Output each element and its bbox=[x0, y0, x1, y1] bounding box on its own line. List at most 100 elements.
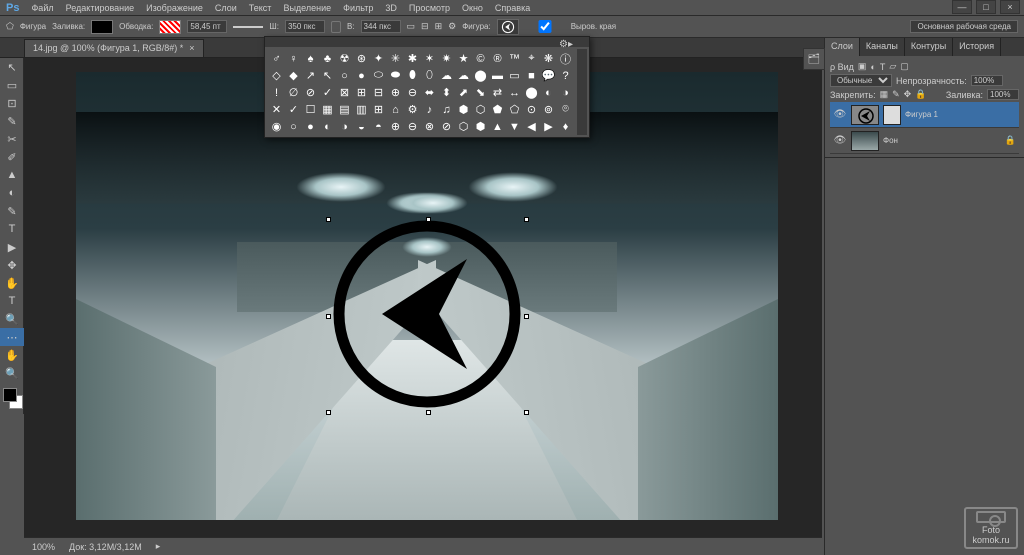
popup-scrollbar[interactable] bbox=[577, 49, 587, 135]
zoom-tool[interactable]: 🔍 bbox=[0, 364, 24, 382]
menu-image[interactable]: Изображение bbox=[146, 3, 203, 13]
shape-swatch[interactable]: ✶ bbox=[422, 51, 437, 66]
doc-size[interactable]: Док: 3,12M/3,12M bbox=[69, 542, 142, 552]
menu-3d[interactable]: 3D bbox=[385, 3, 397, 13]
filter-smart-icon[interactable]: ▢ bbox=[900, 61, 909, 72]
shape-swatch[interactable]: ♀ bbox=[286, 51, 301, 66]
shape-swatch[interactable]: ⊠ bbox=[337, 85, 352, 100]
shape-swatch[interactable]: ◇ bbox=[269, 68, 284, 83]
shape-swatch[interactable]: ® bbox=[490, 51, 505, 66]
shape-swatch[interactable]: ☁ bbox=[456, 68, 471, 83]
shape-swatch[interactable]: ⬡ bbox=[473, 102, 488, 117]
stroke-swatch[interactable] bbox=[159, 20, 181, 34]
shape-swatch[interactable]: ! bbox=[269, 85, 284, 100]
shape-swatch[interactable]: ✱ bbox=[405, 51, 420, 66]
shape-swatch[interactable]: ◑ bbox=[558, 85, 573, 100]
shape-swatch[interactable]: ⇄ bbox=[490, 85, 505, 100]
close-tab-icon[interactable]: × bbox=[189, 43, 194, 53]
shape-swatch[interactable]: ☢ bbox=[337, 51, 352, 66]
crop-tool[interactable]: ✂ bbox=[0, 130, 24, 148]
shape-swatch[interactable]: ⬌ bbox=[422, 85, 437, 100]
lock-all-icon[interactable]: 🔒 bbox=[915, 89, 926, 100]
shape-swatch[interactable]: ↔ bbox=[507, 85, 522, 100]
document-tab[interactable]: 14.jpg @ 100% (Фигура 1, RGB/8#) * × bbox=[24, 39, 204, 57]
eyedropper-tool[interactable]: ✐ bbox=[0, 148, 24, 166]
shape-swatch[interactable]: ▥ bbox=[354, 102, 369, 117]
shape-swatch[interactable]: ⬈ bbox=[456, 85, 471, 100]
blur-tool[interactable]: ✥ bbox=[0, 256, 24, 274]
shape-swatch[interactable]: ⊙ bbox=[524, 102, 539, 117]
shape-swatch[interactable]: ⬤ bbox=[473, 68, 488, 83]
shape-swatch[interactable]: ↗ bbox=[303, 68, 318, 83]
stroke-width-input[interactable] bbox=[187, 20, 227, 33]
shape-swatch[interactable]: ▬ bbox=[490, 68, 505, 83]
shape-swatch[interactable]: ◐ bbox=[541, 85, 556, 100]
shape-swatch[interactable]: ⬡ bbox=[456, 119, 471, 134]
gradient-tool[interactable]: ▶ bbox=[0, 238, 24, 256]
shape-swatch[interactable]: ◉ bbox=[269, 119, 284, 134]
shape-swatch[interactable]: ⊘ bbox=[303, 85, 318, 100]
tab-paths[interactable]: Контуры bbox=[905, 38, 953, 56]
blend-mode-select[interactable]: Обычные bbox=[830, 74, 892, 87]
fill-swatch[interactable] bbox=[91, 20, 113, 34]
menu-select[interactable]: Выделение bbox=[283, 3, 331, 13]
layer-name[interactable]: Фон bbox=[883, 136, 898, 145]
shape-swatch[interactable]: ⌖ bbox=[524, 51, 539, 66]
shape-swatch[interactable]: ■ bbox=[524, 68, 539, 83]
shape-swatch[interactable]: ♪ bbox=[422, 102, 437, 117]
shape-swatch[interactable]: ▭ bbox=[507, 68, 522, 83]
workspace-button[interactable]: Основная рабочая среда bbox=[910, 20, 1018, 33]
menu-help[interactable]: Справка bbox=[495, 3, 530, 13]
shape-swatch[interactable]: ⊘ bbox=[439, 119, 454, 134]
layer-thumbnail[interactable] bbox=[851, 131, 879, 151]
shape-swatch[interactable]: ▦ bbox=[320, 102, 335, 117]
shape-swatch[interactable]: ⊕ bbox=[388, 119, 403, 134]
document-canvas[interactable] bbox=[76, 72, 778, 520]
shape-swatch[interactable]: ▶ bbox=[541, 119, 556, 134]
transform-handle[interactable] bbox=[326, 410, 331, 415]
filter-pixel-icon[interactable]: ▣ bbox=[858, 61, 867, 72]
align-icon[interactable]: ⊟ bbox=[421, 21, 429, 32]
shape-swatch[interactable]: ○ bbox=[337, 68, 352, 83]
heal-tool[interactable]: ▲ bbox=[0, 166, 24, 184]
gear-icon[interactable]: ⚙ bbox=[448, 21, 456, 32]
transform-handle[interactable] bbox=[524, 314, 529, 319]
shape-picker-button[interactable] bbox=[497, 19, 519, 35]
lock-transparency-icon[interactable]: ▦ bbox=[880, 89, 889, 100]
shape-swatch[interactable]: ✦ bbox=[371, 51, 386, 66]
shape-swatch[interactable]: ◑ bbox=[337, 119, 352, 134]
menu-text[interactable]: Текст bbox=[249, 3, 272, 13]
shape-swatch[interactable]: ♠ bbox=[303, 51, 318, 66]
shape-swatch[interactable]: ▤ bbox=[337, 102, 352, 117]
transform-handle[interactable] bbox=[524, 217, 529, 222]
transform-handle[interactable] bbox=[426, 410, 431, 415]
shape-swatch[interactable]: ⊕ bbox=[388, 85, 403, 100]
custom-shape-tool[interactable]: ⋯ bbox=[0, 328, 24, 346]
shape-swatch[interactable]: ⊛ bbox=[354, 51, 369, 66]
filter-type-icon[interactable]: T bbox=[880, 62, 886, 72]
shape-swatch[interactable]: ✓ bbox=[320, 85, 335, 100]
shape-swatch[interactable]: ★ bbox=[456, 51, 471, 66]
shape-swatch[interactable]: ◆ bbox=[286, 68, 301, 83]
kind-filter-label[interactable]: ρ Вид bbox=[830, 62, 854, 72]
filter-adjust-icon[interactable]: ◐ bbox=[870, 62, 875, 72]
shape-swatch[interactable]: ☐ bbox=[303, 102, 318, 117]
height-input[interactable] bbox=[361, 20, 401, 33]
layer-row[interactable]: 👁 Фон 🔒 bbox=[830, 128, 1019, 154]
hand-tool[interactable]: ✋ bbox=[0, 346, 24, 364]
shape-swatch[interactable]: ✷ bbox=[439, 51, 454, 66]
filter-shape-icon[interactable]: ▱ bbox=[889, 61, 896, 72]
shape-swatch[interactable]: ♣ bbox=[320, 51, 335, 66]
shape-mode-icon[interactable]: ⬠ bbox=[6, 21, 14, 32]
popup-menu-icon[interactable]: ⚙▸ bbox=[557, 37, 575, 52]
shape-swatch[interactable]: ⊗ bbox=[422, 119, 437, 134]
collapsed-panel-icon[interactable]: 🗂 bbox=[804, 49, 824, 69]
shape-swatch[interactable]: ● bbox=[303, 119, 318, 134]
shape-swatch[interactable]: ⬍ bbox=[439, 85, 454, 100]
shape-swatch[interactable]: ● bbox=[354, 68, 369, 83]
shape-swatch[interactable]: ✕ bbox=[269, 102, 284, 117]
shape-swatch[interactable]: 💬 bbox=[541, 68, 556, 83]
link-wh-icon[interactable] bbox=[331, 21, 341, 33]
shape-swatch[interactable]: ♥ bbox=[269, 136, 284, 137]
shape-swatch[interactable]: ◓ bbox=[371, 119, 386, 134]
